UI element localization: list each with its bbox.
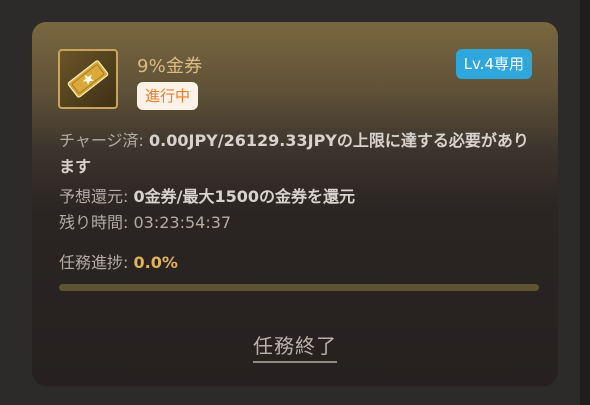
remaining-time-label: 残り時間: (59, 213, 129, 232)
remaining-time-row: 残り時間: 03:23:54:37 (59, 210, 529, 236)
charge-row: チャージ済: 0.00JPY/26129.33JPYの上限に達する必要があります (59, 128, 529, 180)
progress-label: 任務進捗: (59, 253, 129, 272)
expected-value: 0金券/最大1500の金券を還元 (133, 187, 356, 206)
page: 9%金券 進行中 Lv.4専用 チャージ済: 0.00JPY/26129.33J… (0, 0, 590, 405)
status-badge: 進行中 (137, 82, 199, 110)
scroll-edge (580, 0, 590, 405)
coupon-title: 9%金券 (137, 56, 203, 77)
remaining-time-value: 03:23:54:37 (133, 213, 232, 232)
charge-label: チャージ済: (59, 131, 144, 150)
progress-row: 任務進捗: 0.0% (59, 250, 529, 276)
gold-ticket-icon (58, 49, 118, 109)
expected-row: 予想還元: 0金券/最大1500の金券を還元 (59, 184, 529, 210)
progress-value: 0.0% (133, 253, 178, 272)
end-task-button[interactable]: 任務終了 (253, 330, 337, 363)
expected-label: 予想還元: (59, 187, 129, 206)
task-card: 9%金券 進行中 Lv.4専用 チャージ済: 0.00JPY/26129.33J… (32, 22, 558, 386)
progress-bar (59, 284, 539, 291)
level-badge: Lv.4専用 (455, 49, 532, 79)
